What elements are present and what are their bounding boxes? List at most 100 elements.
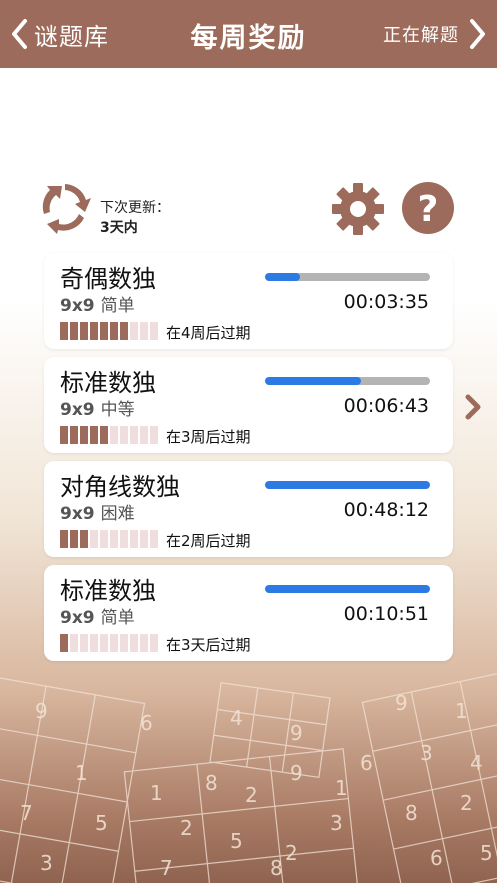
puzzle-name: 对角线数独 bbox=[60, 473, 180, 501]
puzzle-difficulty: 9x9 简单 bbox=[60, 603, 135, 628]
expiry-block bbox=[130, 634, 138, 652]
progress-bar bbox=[265, 273, 430, 281]
expiry-block bbox=[100, 530, 108, 548]
next-update-value: 3天内 bbox=[100, 220, 138, 236]
puzzle-card[interactable]: 标准数独 9x9 简单 00:10:51 在3天后过期 bbox=[44, 565, 453, 661]
puzzle-card[interactable]: 对角线数独 9x9 困难 00:48:12 在2周后过期 bbox=[44, 461, 453, 557]
background-digit: 8 bbox=[270, 856, 283, 880]
expiry-block bbox=[130, 530, 138, 548]
background-digit: 9 bbox=[395, 691, 408, 715]
background-digit: 2 bbox=[180, 816, 193, 840]
in-progress-button[interactable]: 正在解题 bbox=[383, 16, 487, 52]
progress-bar bbox=[265, 481, 430, 489]
progress-fill bbox=[265, 273, 300, 281]
nav-bar: 谜题库 每周奖励 正在解题 bbox=[0, 0, 497, 68]
puzzle-size: 9x9 bbox=[60, 608, 95, 628]
expiry-block bbox=[70, 322, 78, 340]
background-digit: 8 bbox=[405, 801, 418, 825]
expiry-block bbox=[90, 322, 98, 340]
background-digit: 9 bbox=[290, 761, 303, 785]
background-digit: 4 bbox=[470, 751, 483, 775]
background-digit: 4 bbox=[230, 706, 243, 730]
puzzle-difficulty: 9x9 困难 bbox=[60, 499, 135, 524]
expiry-block bbox=[150, 426, 158, 444]
expiry-block bbox=[90, 530, 98, 548]
background-digit: 5 bbox=[95, 811, 108, 835]
expiry-block bbox=[100, 634, 108, 652]
background-digit: 2 bbox=[285, 841, 298, 865]
background-digit: 2 bbox=[460, 791, 473, 815]
puzzle-card[interactable]: 标准数独 9x9 中等 00:06:43 在3周后过期 bbox=[44, 357, 453, 453]
expiry-block bbox=[80, 634, 88, 652]
elapsed-time: 00:48:12 bbox=[343, 499, 429, 521]
expiry-block bbox=[90, 634, 98, 652]
in-progress-label: 正在解题 bbox=[383, 25, 459, 46]
expiry-block bbox=[110, 322, 118, 340]
help-icon[interactable]: ? bbox=[401, 181, 455, 239]
background-digit: 7 bbox=[160, 856, 173, 880]
expiry-block bbox=[110, 634, 118, 652]
elapsed-time: 00:03:35 bbox=[343, 291, 429, 313]
expiry-meter bbox=[60, 530, 160, 548]
expiry-block bbox=[110, 426, 118, 444]
background-digit: 3 bbox=[420, 741, 433, 765]
progress-fill bbox=[265, 481, 430, 489]
expiry-block bbox=[130, 426, 138, 444]
difficulty-label: 困难 bbox=[100, 504, 135, 524]
progress-bar bbox=[265, 377, 430, 385]
elapsed-time: 00:10:51 bbox=[343, 603, 429, 625]
background-digit: 6 bbox=[360, 751, 373, 775]
expiry-block bbox=[60, 426, 68, 444]
refresh-icon[interactable] bbox=[38, 180, 92, 238]
puzzle-size: 9x9 bbox=[60, 400, 95, 420]
background-digit: 1 bbox=[455, 699, 468, 723]
progress-fill bbox=[265, 377, 361, 385]
background-digit: 8 bbox=[205, 771, 218, 795]
background-digit: 3 bbox=[330, 811, 343, 835]
difficulty-label: 中等 bbox=[100, 400, 135, 420]
background-digit: 5 bbox=[480, 841, 493, 865]
expiry-block bbox=[80, 530, 88, 548]
expiry-meter bbox=[60, 322, 160, 340]
puzzle-name: 标准数独 bbox=[60, 577, 156, 605]
expiry-block bbox=[70, 426, 78, 444]
puzzle-size: 9x9 bbox=[60, 296, 95, 316]
expiry-text: 在3天后过期 bbox=[166, 636, 251, 654]
progress-fill bbox=[265, 585, 430, 593]
expiry-text: 在4周后过期 bbox=[166, 324, 251, 342]
puzzle-name: 奇偶数独 bbox=[60, 265, 156, 293]
expiry-text: 在2周后过期 bbox=[166, 532, 251, 550]
background-digit: 1 bbox=[75, 761, 88, 785]
expiry-block bbox=[120, 634, 128, 652]
puzzle-difficulty: 9x9 简单 bbox=[60, 291, 135, 316]
expiry-block bbox=[140, 634, 148, 652]
background-digit: 3 bbox=[40, 851, 53, 875]
puzzle-card[interactable]: 奇偶数独 9x9 简单 00:03:35 在4周后过期 bbox=[44, 253, 453, 349]
expiry-block bbox=[140, 426, 148, 444]
background-digit: 6 bbox=[140, 711, 153, 735]
sudoku-background: 917 5361 8 291625 237 89 13 48 26 549 bbox=[0, 670, 497, 883]
chevron-right-icon bbox=[470, 19, 485, 49]
svg-text:?: ? bbox=[418, 189, 439, 230]
chevron-right-icon[interactable] bbox=[463, 393, 483, 425]
expiry-block bbox=[60, 634, 68, 652]
expiry-block bbox=[130, 322, 138, 340]
expiry-block bbox=[100, 426, 108, 444]
expiry-block bbox=[120, 426, 128, 444]
expiry-text: 在3周后过期 bbox=[166, 428, 251, 446]
background-digit: 9 bbox=[290, 721, 303, 745]
expiry-block bbox=[140, 322, 148, 340]
expiry-block bbox=[70, 530, 78, 548]
expiry-block bbox=[90, 426, 98, 444]
expiry-block bbox=[150, 322, 158, 340]
expiry-block bbox=[150, 634, 158, 652]
expiry-block bbox=[60, 530, 68, 548]
difficulty-label: 简单 bbox=[100, 608, 135, 628]
gear-icon[interactable] bbox=[330, 181, 386, 241]
expiry-block bbox=[70, 634, 78, 652]
puzzle-name: 标准数独 bbox=[60, 369, 156, 397]
background-digit: 2 bbox=[245, 783, 258, 807]
expiry-block bbox=[60, 322, 68, 340]
background-digit: 5 bbox=[230, 829, 243, 853]
expiry-block bbox=[80, 426, 88, 444]
